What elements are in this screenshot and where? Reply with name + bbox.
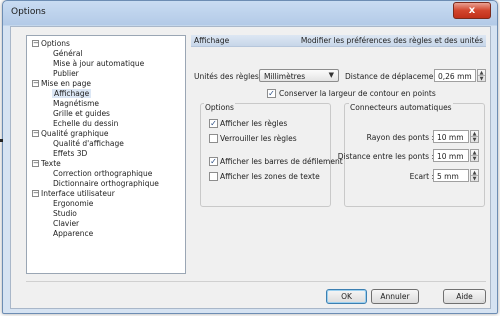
- dialog-client-area: − Options Général Mise à jour automatiqu…: [10, 26, 491, 309]
- window-title: Options: [11, 7, 46, 17]
- tree-item-appearance[interactable]: Apparence: [53, 229, 93, 238]
- tree-item-ergonomics[interactable]: Ergonomie: [53, 199, 93, 208]
- tree-item-dictionary[interactable]: Dictionnaire orthographique: [53, 179, 159, 188]
- bridge-radius-label: Rayon des ponts :: [366, 133, 434, 142]
- tree-item-spellcheck[interactable]: Correction orthographique: [53, 169, 152, 178]
- panel-header: Affichage Modifier les préférences des r…: [191, 35, 486, 47]
- collapse-icon[interactable]: −: [32, 130, 39, 137]
- chevron-down-icon: ▼: [328, 71, 334, 79]
- bridge-distance-spinner[interactable]: ▲ ▼: [470, 149, 479, 162]
- show-scrollbars-checkbox[interactable]: ✓: [209, 157, 218, 166]
- bridge-radius-input[interactable]: 10 mm: [433, 130, 469, 143]
- show-scrollbars-label: Afficher les barres de défilement: [220, 157, 343, 166]
- keep-border-checkbox[interactable]: ✓: [267, 89, 276, 98]
- show-text-zones-checkbox[interactable]: [209, 172, 218, 181]
- show-rulers-checkbox[interactable]: ✓: [209, 119, 218, 128]
- move-distance-input[interactable]: 0,26 mm: [434, 69, 476, 82]
- tree-item-layout[interactable]: Mise en page: [41, 79, 91, 88]
- resize-grip-icon[interactable]: ⋰: [480, 298, 488, 306]
- tree-item-magnetism[interactable]: Magnétisme: [53, 99, 99, 108]
- tree-item-drawing-scale[interactable]: Echelle du dessin: [53, 119, 118, 128]
- units-label: Unités des règles :: [194, 72, 264, 81]
- units-select[interactable]: Millimètres ▼: [259, 69, 339, 82]
- panel-description: Modifier les préférences des règles et d…: [300, 36, 483, 45]
- bridge-radius-value: 10 mm: [437, 133, 464, 142]
- spin-down-icon[interactable]: ▼: [471, 156, 478, 162]
- move-distance-label: Distance de déplacement :: [345, 72, 447, 81]
- options-group-title: Options: [204, 103, 235, 112]
- units-select-value: Millimètres: [264, 72, 306, 81]
- show-rulers-label: Afficher les règles: [220, 119, 288, 128]
- tree-item-studio[interactable]: Studio: [53, 209, 77, 218]
- gap-spinner[interactable]: ▲ ▼: [470, 169, 479, 182]
- connectors-group: Connecteurs automatiques Rayon des ponts…: [338, 103, 485, 207]
- spin-down-icon[interactable]: ▼: [471, 176, 478, 182]
- collapse-icon[interactable]: −: [32, 190, 39, 197]
- gap-value: 5 mm: [437, 172, 459, 181]
- tree-item-user-interface[interactable]: Interface utilisateur: [41, 189, 115, 198]
- panel-title: Affichage: [194, 36, 230, 45]
- tree-item-keyboard[interactable]: Clavier: [53, 219, 79, 228]
- title-bar[interactable]: Options x: [3, 1, 497, 25]
- bridge-radius-spinner[interactable]: ▲ ▼: [470, 130, 479, 143]
- keep-border-label: Conserver la largeur de contour en point…: [279, 89, 436, 98]
- tree-item-graphic-quality[interactable]: Qualité graphique: [41, 129, 109, 138]
- cancel-button[interactable]: Annuler: [371, 289, 419, 304]
- tree-item-auto-update[interactable]: Mise à jour automatique: [53, 59, 144, 68]
- lock-rulers-label: Verrouiller les règles: [220, 134, 297, 143]
- tree-item-display-quality[interactable]: Qualité d'affichage: [53, 139, 124, 148]
- collapse-icon[interactable]: −: [32, 160, 39, 167]
- options-tree[interactable]: − Options Général Mise à jour automatiqu…: [26, 35, 186, 274]
- tree-item-text[interactable]: Texte: [41, 159, 61, 168]
- tree-item-general[interactable]: Général: [53, 49, 83, 58]
- options-group: Options ✓ Afficher les règles Verrouille…: [200, 103, 343, 207]
- options-dialog: Options x − Options Général Mise à jour …: [2, 0, 498, 314]
- collapse-icon[interactable]: −: [32, 80, 39, 87]
- mouse-pointer-icon: [0, 139, 3, 142]
- settings-panel: Affichage Modifier les préférences des r…: [191, 35, 486, 274]
- close-button[interactable]: x: [453, 2, 491, 19]
- tree-item-3d-effects[interactable]: Effets 3D: [53, 149, 87, 158]
- move-distance-spinner[interactable]: ▲ ▼: [477, 69, 486, 82]
- collapse-icon[interactable]: −: [32, 40, 39, 47]
- tree-item-publish[interactable]: Publier: [53, 69, 79, 78]
- tree-item-options[interactable]: Options: [41, 39, 70, 48]
- divider: [26, 281, 486, 282]
- show-text-zones-label: Afficher les zones de texte: [220, 172, 320, 181]
- tree-item-grid-guides[interactable]: Grille et guides: [53, 109, 110, 118]
- tree-item-display[interactable]: Affichage: [52, 89, 92, 98]
- spin-down-icon[interactable]: ▼: [471, 137, 478, 143]
- gap-label: Ecart :: [409, 172, 434, 181]
- bridge-distance-input[interactable]: 10 mm: [433, 149, 469, 162]
- ok-button[interactable]: OK: [326, 289, 367, 304]
- connectors-group-title: Connecteurs automatiques: [349, 103, 453, 112]
- spin-down-icon[interactable]: ▼: [478, 76, 485, 82]
- lock-rulers-checkbox[interactable]: [209, 134, 218, 143]
- bridge-distance-value: 10 mm: [437, 152, 464, 161]
- bridge-distance-label: Distance entre les ponts :: [337, 152, 434, 161]
- move-distance-value: 0,26 mm: [438, 72, 472, 81]
- gap-input[interactable]: 5 mm: [433, 169, 469, 182]
